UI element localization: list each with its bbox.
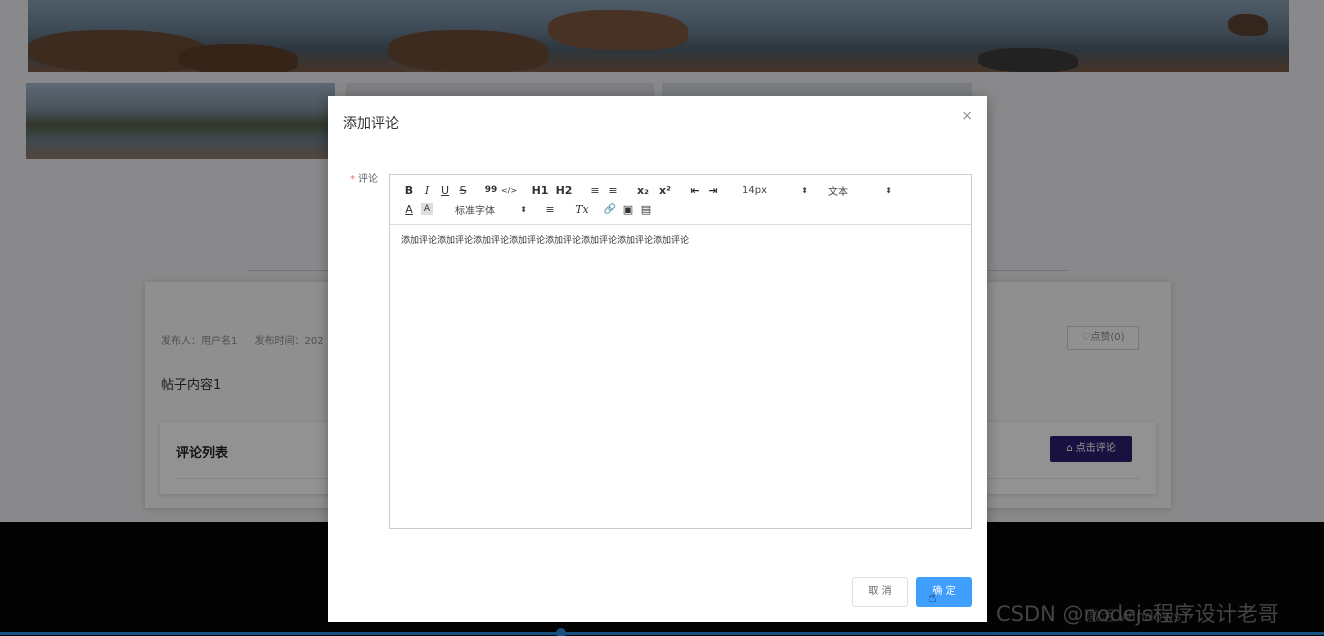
required-mark: * [350,174,355,185]
cancel-button[interactable]: 取 消 [852,577,908,607]
hand-cursor-icon: ☝ [928,590,937,606]
code-button[interactable]: </> [500,181,518,199]
outdent-button[interactable]: ⇤ [686,181,704,199]
image-button[interactable]: ▣ [619,200,637,218]
heading2-button[interactable]: H2 [552,181,576,199]
align-button[interactable]: ≡ [541,200,559,218]
add-comment-dialog: 添加评论 × *评论 B I U S 99 </> H1 H2 ≡ ≡ x₂ [328,96,987,622]
underline-button[interactable]: U [436,181,454,199]
font-size-value: 14px [742,184,767,196]
font-size-select[interactable]: 14px ⬍ [742,185,808,196]
dialog-title: 添加评论 [343,116,399,132]
text-color-button[interactable]: A [400,200,418,218]
italic-button[interactable]: I [418,181,436,199]
video-button[interactable]: ▤ [637,200,655,218]
background-color-button[interactable]: A [421,203,433,215]
header-select[interactable]: 文本 ⬍ [828,183,892,198]
select-arrow-icon: ⬍ [520,204,527,214]
clear-format-button[interactable]: Tx [573,200,591,218]
ordered-list-button[interactable]: ≡ [586,181,604,199]
heading1-button[interactable]: H1 [528,181,552,199]
select-arrow-icon: ⬍ [885,185,892,195]
font-family-select[interactable]: 标准字体 ⬍ [455,202,527,217]
comment-field-label-text: 评论 [358,174,378,185]
superscript-button[interactable]: x² [654,181,676,199]
watermark: CSDN @nodejs程序设计老哥 [996,602,1279,626]
confirm-button[interactable]: 确 定 [916,577,972,607]
close-icon[interactable]: × [961,108,973,124]
bold-button[interactable]: B [400,181,418,199]
editor-content[interactable]: 添加评论添加评论添加评论添加评论添加评论添加评论添加评论添加评论 [390,225,971,257]
rich-text-editor: B I U S 99 </> H1 H2 ≡ ≡ x₂ x² ⇤ ⇥ 14px … [389,174,972,529]
blockquote-button[interactable]: 99 [482,181,500,199]
link-button[interactable]: 🔗 [601,200,619,218]
font-family-value: 标准字体 [455,205,495,217]
indent-button[interactable]: ⇥ [704,181,722,199]
strikethrough-button[interactable]: S [454,181,472,199]
editor-toolbar: B I U S 99 </> H1 H2 ≡ ≡ x₂ x² ⇤ ⇥ 14px … [390,175,971,225]
select-arrow-icon: ⬍ [801,185,808,195]
comment-field-label: * 评论 [350,170,378,185]
header-select-value: 文本 [828,186,848,198]
bullet-list-button[interactable]: ≡ [604,181,622,199]
subscript-button[interactable]: x₂ [632,181,654,199]
